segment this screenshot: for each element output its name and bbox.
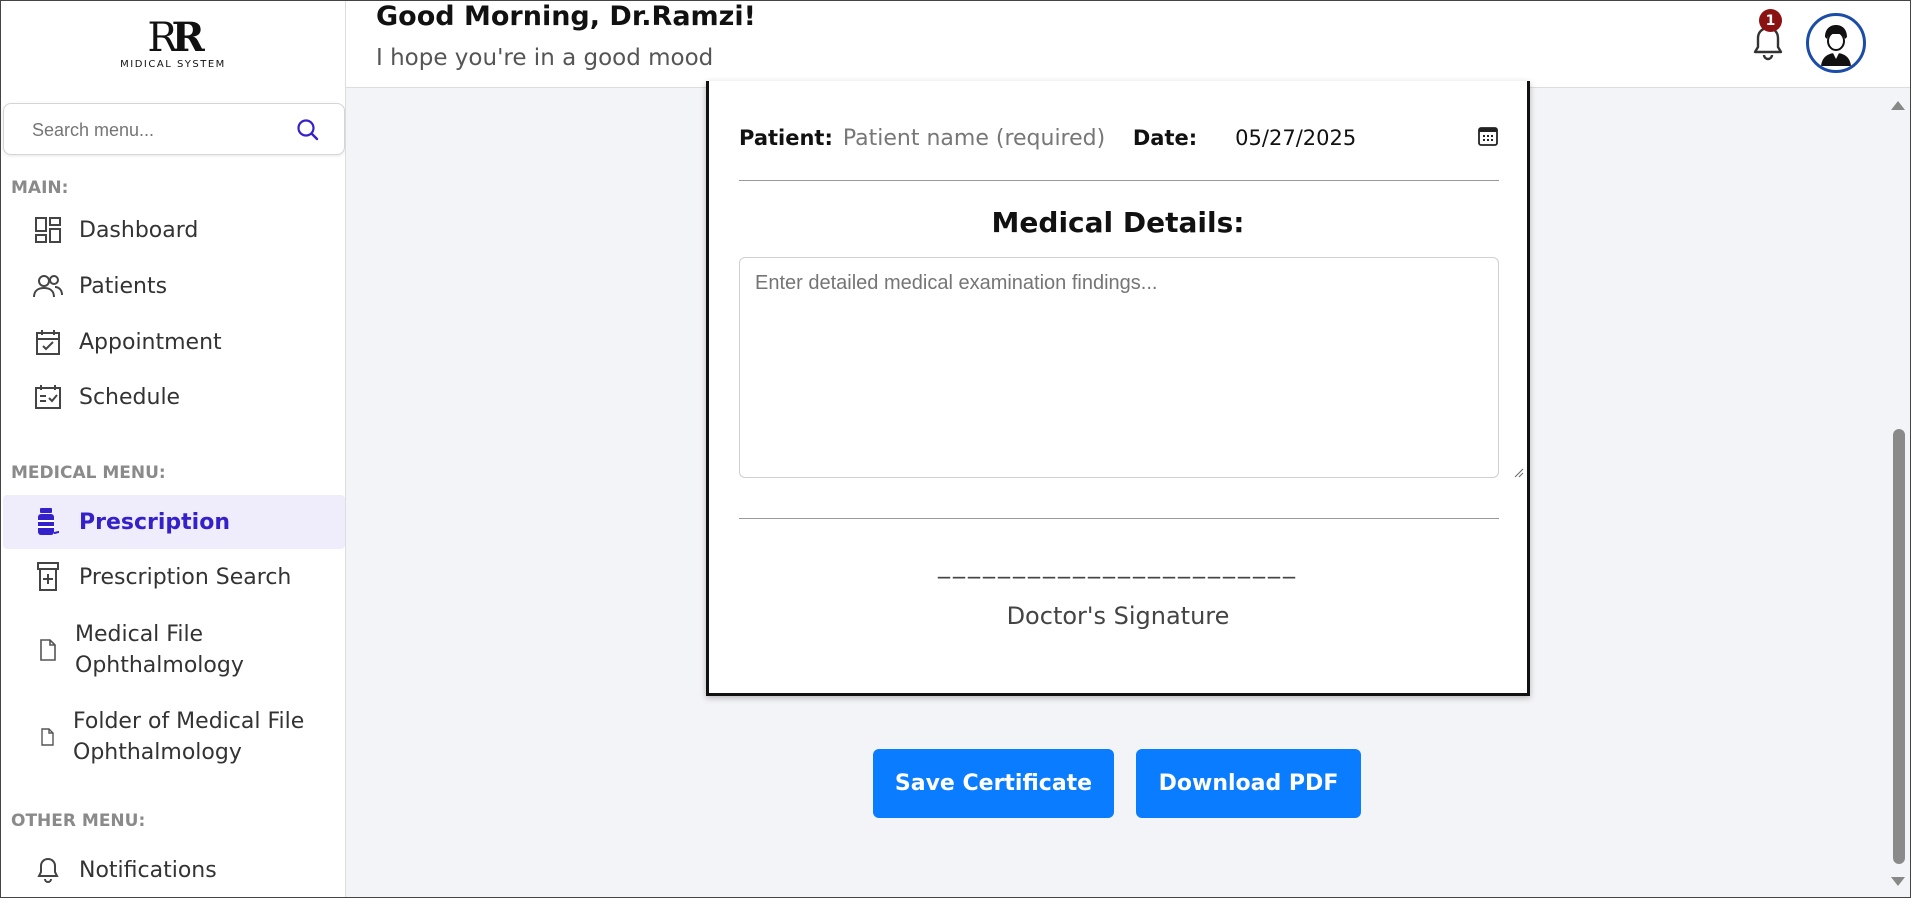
logo-text: MIDICAL SYSTEM xyxy=(120,59,226,70)
sidebar: MAIN: Dashboard Patients Appointment Sch… xyxy=(1,88,346,897)
avatar-icon xyxy=(1821,25,1851,66)
top-bar: Good Morning, Dr.Ramzi! I hope you're in… xyxy=(346,1,1910,88)
schedule-icon xyxy=(33,382,63,412)
section-label-main: MAIN: xyxy=(11,178,69,198)
sidebar-item-label: Dashboard xyxy=(79,217,199,243)
patient-label: Patient: xyxy=(739,126,833,150)
divider xyxy=(739,518,1499,519)
section-label-medical: MEDICAL MENU: xyxy=(11,463,166,483)
sidebar-item-label: Schedule xyxy=(79,384,181,410)
sidebar-item-label: Appointment xyxy=(79,329,222,355)
dashboard-icon xyxy=(33,215,63,245)
sidebar-item-label: Patients xyxy=(79,273,168,299)
calendar-icon[interactable] xyxy=(1477,125,1499,153)
sidebar-item-schedule[interactable]: Schedule xyxy=(3,373,345,421)
sidebar-search-input[interactable] xyxy=(32,116,282,144)
sidebar-item-notifications[interactable]: Notifications xyxy=(3,846,345,894)
user-avatar[interactable] xyxy=(1806,13,1866,73)
sidebar-item-appointment[interactable]: Appointment xyxy=(3,318,345,366)
date-label: Date: xyxy=(1132,126,1198,150)
sidebar-item-label: Folder of Medical File xyxy=(73,709,305,734)
notification-count-badge: 1 xyxy=(1759,9,1782,32)
greeting-title: Good Morning, Dr.Ramzi! xyxy=(376,1,756,32)
search-icon[interactable] xyxy=(296,118,320,146)
users-icon xyxy=(33,271,63,301)
scrollbar-thumb[interactable] xyxy=(1893,429,1905,864)
sidebar-item-label: Prescription xyxy=(79,509,231,535)
divider xyxy=(739,180,1499,181)
logo[interactable]: RR MIDICAL SYSTEM xyxy=(1,1,346,88)
file-icon xyxy=(33,635,63,665)
bell-icon xyxy=(33,855,63,885)
calendar-check-icon xyxy=(33,327,63,357)
sidebar-item-label: Prescription Search xyxy=(79,564,292,590)
sidebar-search xyxy=(3,103,345,155)
patient-date-row: Patient: Date: 05/27/2025 xyxy=(739,119,1499,157)
patient-name-input[interactable] xyxy=(842,125,1108,151)
sidebar-item-label: Medical File xyxy=(75,622,204,647)
sidebar-item-prescription[interactable]: Prescription xyxy=(3,495,345,549)
logo-mark: RR xyxy=(147,14,204,61)
sidebar-item-label: Ophthalmology xyxy=(75,653,244,678)
save-certificate-button[interactable]: Save Certificate xyxy=(873,749,1114,818)
sidebar-item-label: Ophthalmology xyxy=(73,740,242,765)
signature-label: Doctor's Signature xyxy=(1006,602,1230,630)
resize-grip-icon[interactable] xyxy=(1514,463,1524,482)
prescription-bottle-icon xyxy=(33,507,63,537)
greeting-subtitle: I hope you're in a good mood xyxy=(376,45,714,71)
medicine-jar-icon xyxy=(33,562,63,592)
sidebar-item-dashboard[interactable]: Dashboard xyxy=(3,206,345,254)
scroll-down-arrow-icon[interactable] xyxy=(1891,877,1905,886)
sidebar-item-prescription-search[interactable]: Prescription Search xyxy=(3,553,345,601)
sidebar-item-label: Notifications xyxy=(79,857,217,883)
date-input[interactable]: 05/27/2025 xyxy=(1235,126,1356,150)
medical-details-title: Medical Details: xyxy=(991,206,1245,239)
sidebar-item-folder-medical-file-ophthalmology[interactable]: Folder of Medical File Ophthalmology xyxy=(3,702,345,772)
medical-details-textarea[interactable] xyxy=(739,257,1499,478)
certificate-card: Patient: Date: 05/27/2025 Medical Detail… xyxy=(706,81,1530,696)
section-label-other: OTHER MENU: xyxy=(11,811,146,831)
signature-line: ________________________ xyxy=(938,551,1298,579)
file-icon xyxy=(33,722,63,752)
sidebar-item-patients[interactable]: Patients xyxy=(3,262,345,310)
download-pdf-button[interactable]: Download PDF xyxy=(1136,749,1361,818)
scroll-up-arrow-icon[interactable] xyxy=(1891,101,1905,110)
sidebar-item-medical-file-ophthalmology[interactable]: Medical File Ophthalmology xyxy=(3,615,345,685)
